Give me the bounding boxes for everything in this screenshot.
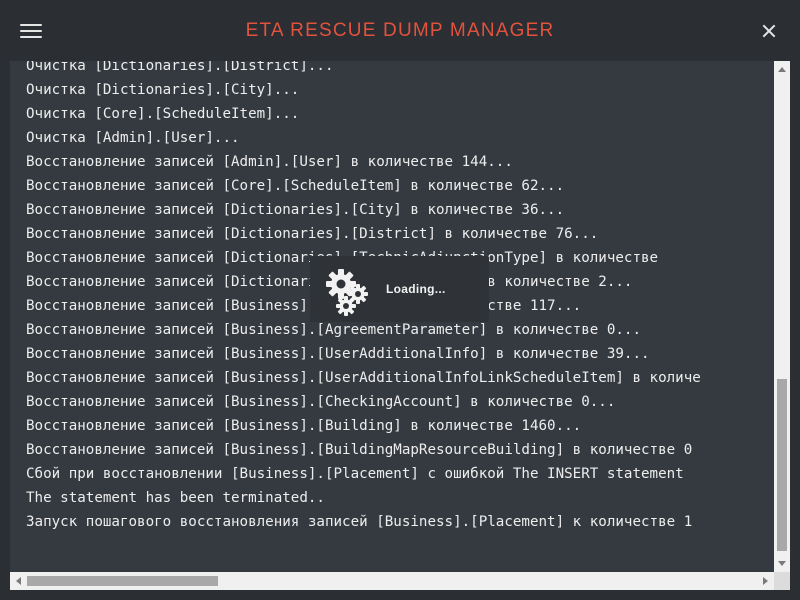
log-line: Восстановление записей [Dictionaries].[D… bbox=[26, 226, 599, 242]
log-line: Очистка [Core].[ScheduleItem]... bbox=[26, 106, 300, 122]
app-window: ETA RESCUE DUMP MANAGER Очистка [Diction… bbox=[0, 0, 800, 600]
vertical-scroll-thumb[interactable] bbox=[777, 379, 787, 551]
log-line: Сбой при восстановлении [Business].[Plac… bbox=[26, 466, 684, 482]
gears-icon bbox=[326, 269, 368, 316]
log-line: Восстановление записей [Business].[Check… bbox=[26, 394, 616, 410]
log-line: The statement has been terminated.. bbox=[26, 490, 325, 506]
log-line: Очистка [Admin].[User]... bbox=[26, 130, 240, 146]
log-line: Восстановление записей [Dictionaries].[C… bbox=[26, 202, 565, 218]
horizontal-scroll-thumb[interactable] bbox=[27, 576, 218, 586]
log-line: Запуск пошагового восстановления записей… bbox=[26, 514, 693, 530]
loading-label: Loading... bbox=[386, 282, 446, 296]
log-panel: Очистка [Dictionaries].[District]... Очис… bbox=[10, 61, 790, 590]
app-title: ETA RESCUE DUMP MANAGER bbox=[245, 20, 555, 41]
log-line: Восстановление записей [Business].[Build… bbox=[26, 442, 693, 458]
log-line: Очистка [Dictionaries].[District]... bbox=[26, 61, 334, 74]
log-line: Восстановление записей [Core].[ScheduleI… bbox=[26, 178, 565, 194]
scroll-left-icon[interactable] bbox=[16, 577, 21, 585]
header-bar: ETA RESCUE DUMP MANAGER bbox=[0, 0, 800, 61]
horizontal-scrollbar[interactable] bbox=[10, 572, 774, 590]
vertical-scrollbar[interactable] bbox=[774, 61, 790, 572]
log-line: Восстановление записей [Business].[Build… bbox=[26, 418, 582, 434]
scroll-up-icon[interactable] bbox=[778, 67, 786, 72]
scroll-down-icon[interactable] bbox=[778, 561, 786, 566]
log-line: Восстановление записей [Business].[UserA… bbox=[26, 370, 701, 386]
scrollbar-corner bbox=[774, 572, 790, 590]
log-line: Очистка [Dictionaries].[City]... bbox=[26, 82, 300, 98]
log-line: Восстановление записей [Admin].[User] в … bbox=[26, 154, 513, 170]
log-line: Восстановление записей [Business].[UserA… bbox=[26, 346, 650, 362]
scroll-right-icon[interactable] bbox=[763, 577, 768, 585]
close-icon[interactable] bbox=[762, 24, 776, 38]
loading-overlay: Loading... bbox=[310, 256, 489, 322]
